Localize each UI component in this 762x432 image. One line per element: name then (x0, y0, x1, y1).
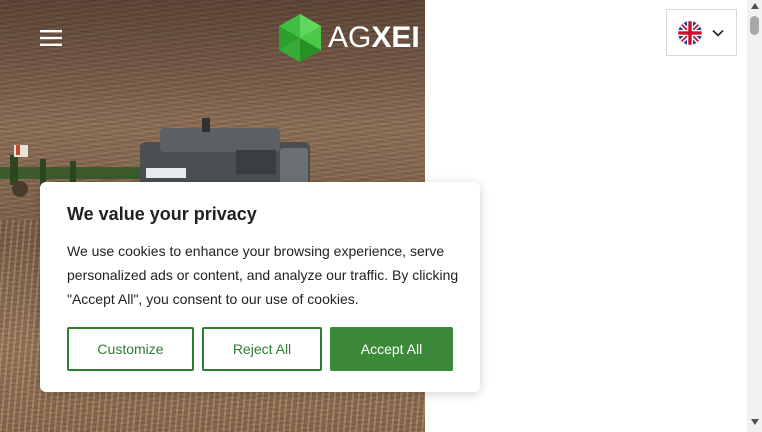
vertical-scrollbar[interactable] (747, 0, 762, 432)
scroll-up-arrow-icon[interactable] (747, 3, 762, 13)
logo-wordmark: AGXEI (328, 21, 420, 55)
logo-prefix: AG (328, 21, 372, 54)
scrollbar-thumb[interactable] (750, 16, 759, 35)
cookie-dialog-body: We use cookies to enhance your browsing … (67, 243, 459, 307)
logo-suffix: XEI (371, 21, 420, 54)
machine-badge: AGXEED (148, 170, 178, 177)
hamburger-menu-icon (40, 30, 62, 46)
page: AGXEED AGXEI We value your privacy We us… (0, 0, 762, 432)
green-hexagon-logo-icon (279, 14, 321, 62)
customize-button[interactable]: Customize (67, 327, 194, 371)
cookie-button-row: Customize Reject All Accept All (67, 327, 453, 371)
scroll-down-arrow-icon[interactable] (747, 419, 762, 429)
accept-all-button[interactable]: Accept All (330, 327, 453, 371)
site-logo[interactable]: AGXEI (278, 12, 428, 64)
reject-all-button[interactable]: Reject All (202, 327, 322, 371)
uk-flag-icon (677, 20, 703, 45)
cookie-consent-dialog: We value your privacy We use cookies to … (40, 182, 480, 392)
menu-button[interactable] (36, 26, 66, 50)
chevron-down-icon (712, 29, 724, 37)
cookie-dialog-title: We value your privacy (67, 204, 257, 224)
language-selector[interactable] (666, 9, 737, 56)
